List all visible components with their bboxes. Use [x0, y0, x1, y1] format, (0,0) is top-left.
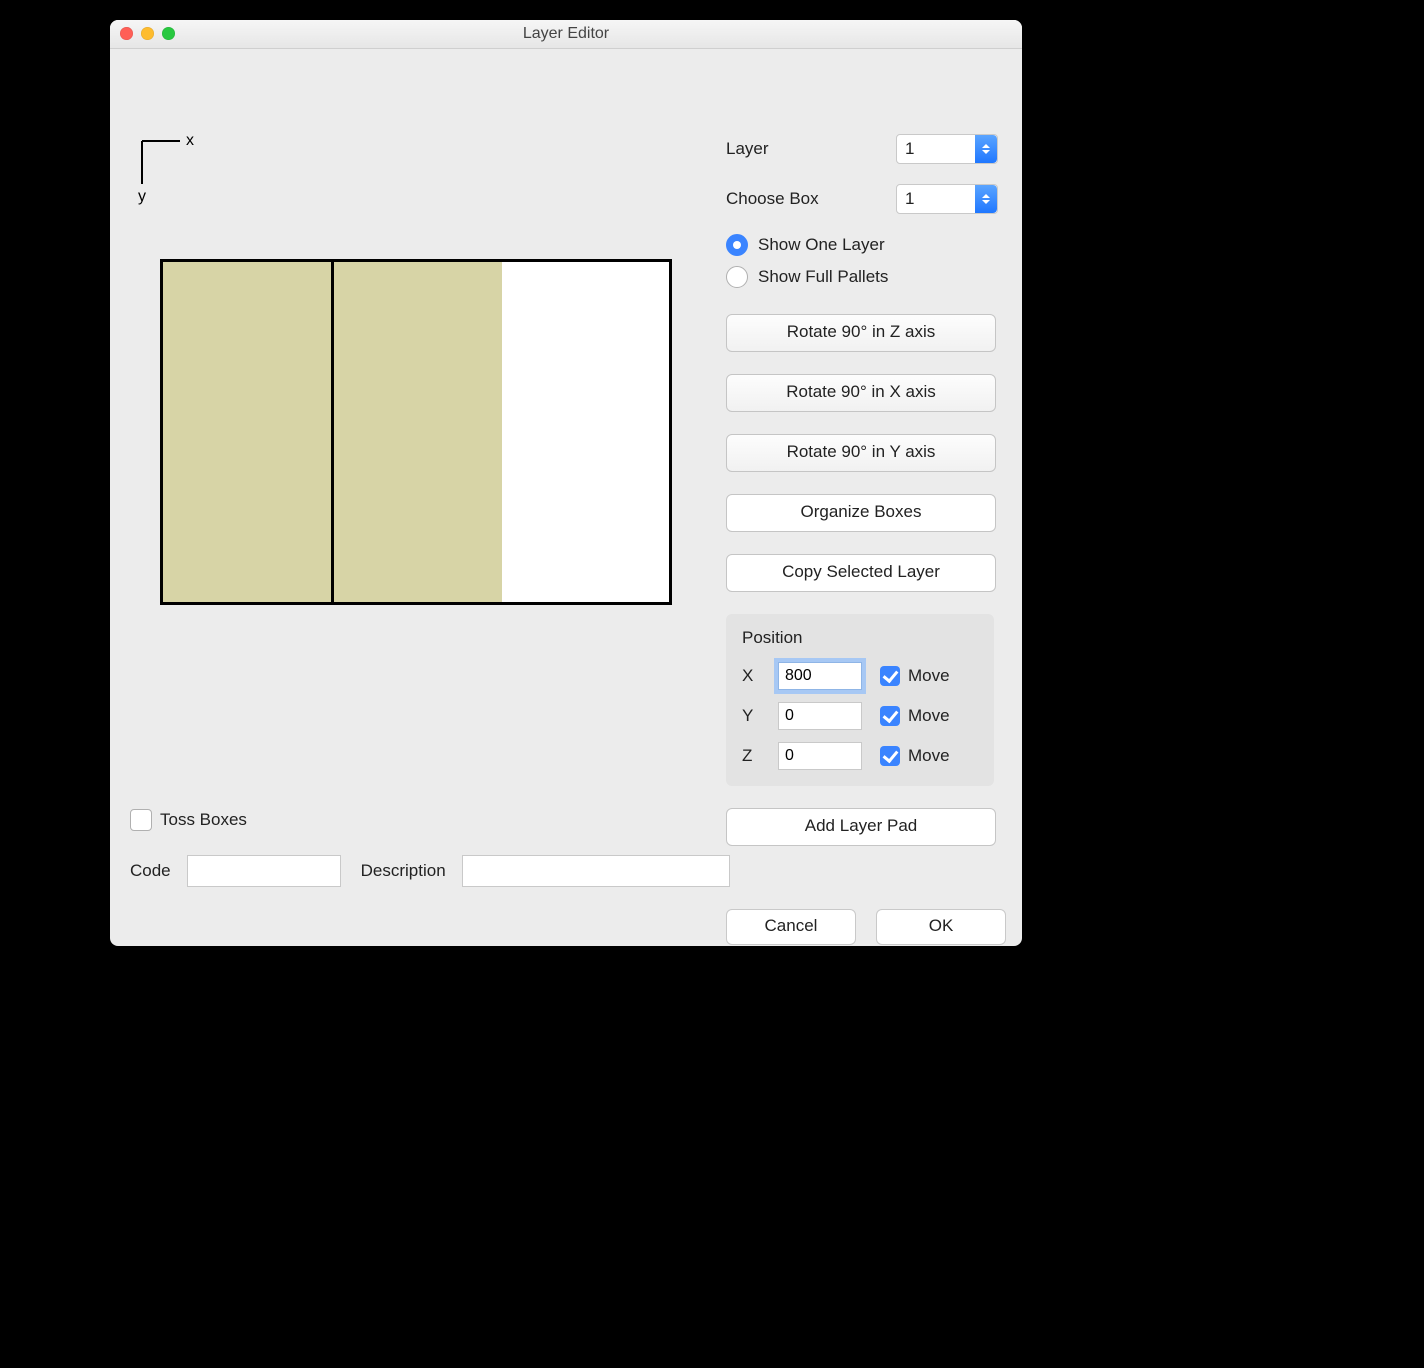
layer-editor-window: Layer Editor x y Layer 1 Choose Box [110, 20, 1022, 946]
box-2[interactable] [334, 262, 502, 602]
add-layer-pad-button[interactable]: Add Layer Pad [726, 808, 996, 846]
rotate-z-button[interactable]: Rotate 90° in Z axis [726, 314, 996, 352]
position-z-label: Z [742, 746, 778, 766]
layer-select[interactable]: 1 [896, 134, 998, 164]
position-x-input[interactable] [778, 662, 862, 690]
axis-x-label: x [186, 132, 194, 149]
axes-indicator: x y [130, 129, 200, 209]
right-panel: Layer 1 Choose Box 1 Show One Layer [726, 134, 1006, 868]
position-x-move-checkbox[interactable] [880, 666, 900, 686]
choose-box-select[interactable]: 1 [896, 184, 998, 214]
choose-box-label: Choose Box [726, 189, 896, 209]
layer-label: Layer [726, 139, 896, 159]
code-label: Code [130, 861, 171, 881]
zoom-icon[interactable] [162, 27, 175, 40]
show-one-layer-label: Show One Layer [758, 235, 885, 255]
bottom-left-controls: Toss Boxes Code Description [130, 809, 730, 887]
rotate-y-button[interactable]: Rotate 90° in Y axis [726, 434, 996, 472]
window-controls [120, 27, 175, 40]
show-full-pallets-label: Show Full Pallets [758, 267, 888, 287]
position-y-move-checkbox[interactable] [880, 706, 900, 726]
rotate-x-button[interactable]: Rotate 90° in X axis [726, 374, 996, 412]
choose-box-select-value: 1 [905, 189, 914, 209]
layer-canvas[interactable] [160, 259, 672, 605]
box-1[interactable] [163, 262, 334, 602]
description-label: Description [361, 861, 446, 881]
position-x-label: X [742, 666, 778, 686]
position-x-move-label: Move [908, 666, 950, 686]
position-z-input[interactable] [778, 742, 862, 770]
cancel-button[interactable]: Cancel [726, 909, 856, 945]
toss-boxes-label: Toss Boxes [160, 810, 247, 830]
ok-button[interactable]: OK [876, 909, 1006, 945]
position-z-move-checkbox[interactable] [880, 746, 900, 766]
layer-select-value: 1 [905, 139, 914, 159]
code-input[interactable] [187, 855, 341, 887]
chevron-up-down-icon [975, 135, 997, 163]
position-y-input[interactable] [778, 702, 862, 730]
organize-boxes-button[interactable]: Organize Boxes [726, 494, 996, 532]
chevron-up-down-icon [975, 185, 997, 213]
show-one-layer-radio[interactable] [726, 234, 748, 256]
titlebar: Layer Editor [110, 20, 1022, 49]
position-group: Position X Move Y Move Z Mov [726, 614, 994, 786]
position-title: Position [742, 628, 978, 648]
dialog-buttons: Cancel OK [726, 909, 1006, 945]
show-full-pallets-radio[interactable] [726, 266, 748, 288]
position-y-move-label: Move [908, 706, 950, 726]
description-input[interactable] [462, 855, 730, 887]
close-icon[interactable] [120, 27, 133, 40]
minimize-icon[interactable] [141, 27, 154, 40]
content: x y Layer 1 Choose Box 1 [110, 49, 1022, 946]
copy-selected-layer-button[interactable]: Copy Selected Layer [726, 554, 996, 592]
position-z-move-label: Move [908, 746, 950, 766]
toss-boxes-checkbox[interactable] [130, 809, 152, 831]
position-y-label: Y [742, 706, 778, 726]
window-title: Layer Editor [523, 25, 609, 42]
axis-y-label: y [138, 188, 146, 205]
